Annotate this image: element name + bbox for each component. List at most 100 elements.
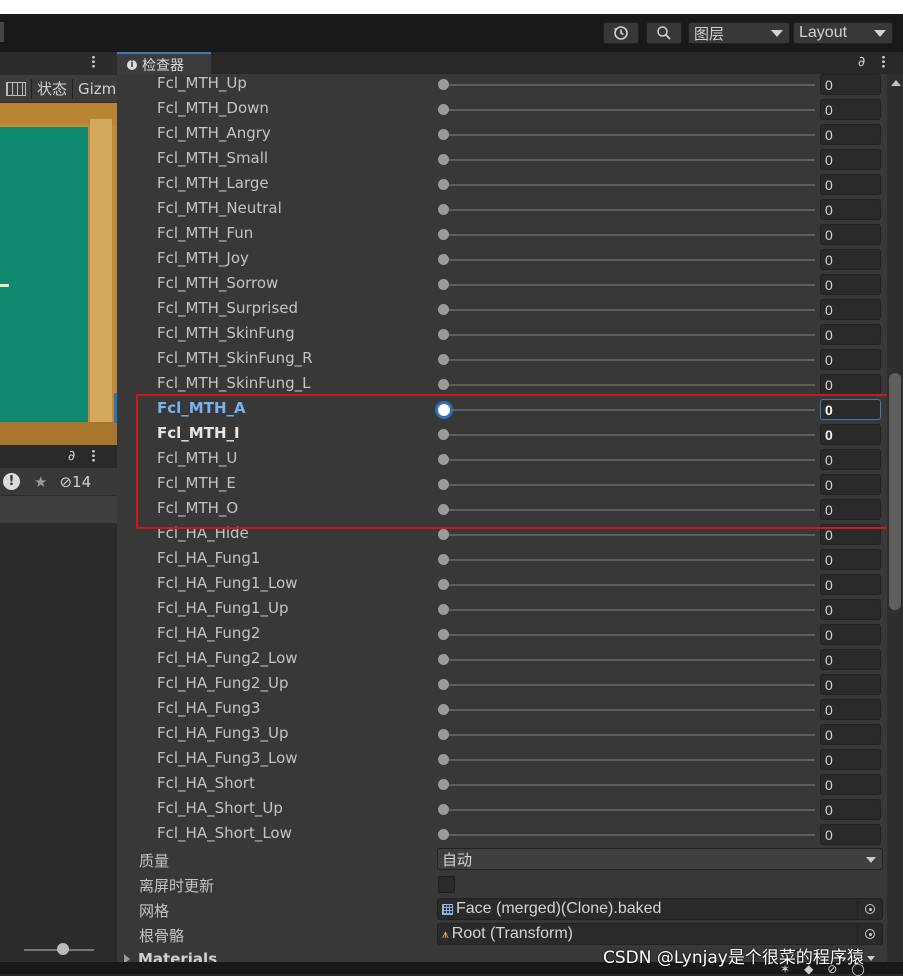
- mesh-picker-button[interactable]: [857, 899, 882, 919]
- blendshape-slider-handle[interactable]: [438, 629, 449, 640]
- hierarchy-menu-button[interactable]: [92, 448, 95, 466]
- scene-viewport[interactable]: [0, 103, 117, 445]
- blendshape-slider-handle[interactable]: [438, 229, 449, 240]
- blendshape-slider-handle[interactable]: [438, 354, 449, 365]
- stats-button[interactable]: 状态: [37, 78, 67, 99]
- mesh-object-field[interactable]: Face (merged)(Clone).baked: [437, 898, 883, 920]
- blendshape-value-field[interactable]: 0: [820, 374, 881, 395]
- blendshape-value-field[interactable]: 0: [820, 624, 881, 645]
- blendshape-slider-track[interactable]: [443, 709, 815, 711]
- blendshape-value-field[interactable]: 0: [820, 599, 881, 620]
- blendshape-slider-handle[interactable]: [438, 804, 449, 815]
- gizmos-button[interactable]: Gizm: [78, 80, 116, 98]
- blendshape-slider-handle[interactable]: [438, 104, 449, 115]
- blendshape-value-field[interactable]: 0: [820, 674, 881, 695]
- blendshape-value-field[interactable]: 0: [820, 799, 881, 820]
- blendshape-value-field[interactable]: 0: [820, 199, 881, 220]
- blendshape-value-field[interactable]: 0: [820, 349, 881, 370]
- blendshape-slider-track[interactable]: [443, 134, 815, 136]
- blendshape-slider-handle[interactable]: [438, 779, 449, 790]
- blendshape-slider-track[interactable]: [443, 84, 815, 86]
- blendshape-slider-handle[interactable]: [438, 579, 449, 590]
- blendshape-slider-track[interactable]: [443, 359, 815, 361]
- blendshape-value-field[interactable]: 0: [820, 99, 881, 120]
- search-button[interactable]: [646, 22, 682, 44]
- blendshape-slider-track[interactable]: [443, 534, 815, 536]
- root-bone-object-field[interactable]: ⩚ Root (Transform): [437, 923, 883, 945]
- blendshape-value-field[interactable]: 0: [820, 274, 881, 295]
- blendshape-slider-handle[interactable]: [438, 179, 449, 190]
- blendshape-slider-handle[interactable]: [438, 379, 449, 390]
- blendshape-slider-track[interactable]: [443, 334, 815, 336]
- inspector-menu-button[interactable]: [882, 54, 885, 72]
- blendshape-value-field[interactable]: 0: [820, 699, 881, 720]
- blendshape-slider-handle[interactable]: [438, 204, 449, 215]
- zoom-slider-handle[interactable]: [57, 943, 69, 955]
- inspector-lock-icon[interactable]: ∂: [858, 54, 865, 70]
- blendshape-slider-track[interactable]: [443, 784, 815, 786]
- blendshape-value-field[interactable]: 0: [820, 174, 881, 195]
- blendshape-slider-track[interactable]: [443, 559, 815, 561]
- blendshape-slider-track[interactable]: [443, 634, 815, 636]
- blendshape-slider-handle[interactable]: [438, 529, 449, 540]
- star-icon[interactable]: ★: [34, 473, 47, 491]
- blendshape-slider-handle[interactable]: [438, 329, 449, 340]
- blendshape-value-field[interactable]: 0: [820, 249, 881, 270]
- blendshape-slider-handle[interactable]: [438, 754, 449, 765]
- scene-panel-menu-button[interactable]: [92, 54, 95, 72]
- scroll-up-arrow-icon[interactable]: [891, 80, 901, 86]
- blendshape-slider-handle[interactable]: [438, 829, 449, 840]
- blendshape-value-field[interactable]: 0: [820, 749, 881, 770]
- blendshape-slider-track[interactable]: [443, 834, 815, 836]
- blendshape-value-field[interactable]: 0: [820, 649, 881, 670]
- blendshape-value-field[interactable]: 0: [820, 724, 881, 745]
- root-bone-picker-button[interactable]: [857, 924, 882, 944]
- blendshape-value-field[interactable]: 0: [820, 824, 881, 845]
- lock-icon[interactable]: ∂: [68, 448, 75, 464]
- toolbar-left-button[interactable]: [0, 22, 4, 42]
- blendshape-slider-handle[interactable]: [438, 704, 449, 715]
- blendshape-value-field[interactable]: 0: [820, 149, 881, 170]
- blendshape-slider-track[interactable]: [443, 209, 815, 211]
- blendshape-slider-handle[interactable]: [438, 79, 449, 90]
- blendshape-value-field[interactable]: 0: [820, 549, 881, 570]
- blendshape-slider-track[interactable]: [443, 234, 815, 236]
- blendshape-slider-handle[interactable]: [438, 554, 449, 565]
- blendshape-slider-track[interactable]: [443, 109, 815, 111]
- hidden-eye-icon[interactable]: ⊘: [59, 473, 72, 491]
- grid-icon[interactable]: [6, 81, 26, 96]
- blendshape-slider-track[interactable]: [443, 734, 815, 736]
- blendshape-slider-handle[interactable]: [438, 279, 449, 290]
- blendshape-slider-track[interactable]: [443, 609, 815, 611]
- blendshape-value-field[interactable]: 0: [820, 299, 881, 320]
- undo-history-button[interactable]: [603, 22, 639, 44]
- layout-dropdown[interactable]: Layout: [793, 22, 893, 44]
- blendshape-slider-handle[interactable]: [438, 604, 449, 615]
- hierarchy-row[interactable]: [0, 496, 117, 523]
- blendshape-slider-track[interactable]: [443, 259, 815, 261]
- blendshape-slider-track[interactable]: [443, 684, 815, 686]
- blendshape-slider-track[interactable]: [443, 284, 815, 286]
- blendshape-value-field[interactable]: 0: [820, 124, 881, 145]
- blendshape-slider-track[interactable]: [443, 384, 815, 386]
- blendshape-slider-handle[interactable]: [438, 304, 449, 315]
- blendshape-value-field[interactable]: 0: [820, 574, 881, 595]
- blendshape-value-field[interactable]: 0: [820, 774, 881, 795]
- blendshape-value-field[interactable]: 0: [820, 74, 881, 95]
- blendshape-slider-handle[interactable]: [438, 654, 449, 665]
- blendshape-slider-track[interactable]: [443, 659, 815, 661]
- blendshape-slider-handle[interactable]: [438, 154, 449, 165]
- scrollbar-thumb[interactable]: [889, 373, 901, 610]
- warning-icon[interactable]: !: [3, 473, 20, 490]
- blendshape-slider-track[interactable]: [443, 759, 815, 761]
- blendshape-slider-handle[interactable]: [438, 129, 449, 140]
- blendshape-slider-handle[interactable]: [438, 679, 449, 690]
- blendshape-slider-track[interactable]: [443, 159, 815, 161]
- blendshape-slider-handle[interactable]: [438, 729, 449, 740]
- blendshape-slider-track[interactable]: [443, 584, 815, 586]
- blendshape-slider-track[interactable]: [443, 809, 815, 811]
- blendshape-slider-handle[interactable]: [438, 254, 449, 265]
- blendshape-slider-track[interactable]: [443, 309, 815, 311]
- update-offscreen-checkbox[interactable]: [438, 876, 455, 893]
- blendshape-value-field[interactable]: 0: [820, 224, 881, 245]
